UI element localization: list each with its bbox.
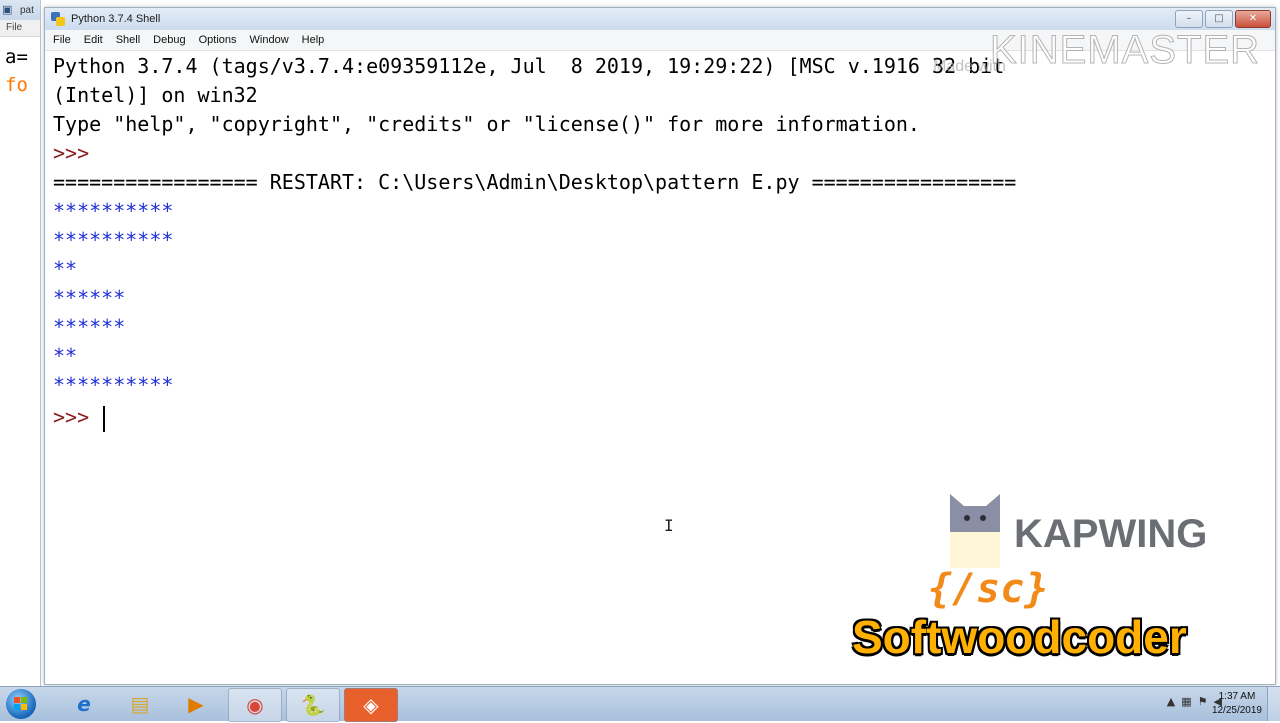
network-icon[interactable]: ▦: [1181, 695, 1197, 708]
kapwing-logo: KAPWING: [948, 494, 1228, 574]
python-icon[interactable]: 🐍: [286, 688, 340, 722]
kapwing-cat-icon: [950, 494, 1000, 568]
menu-edit[interactable]: Edit: [84, 34, 103, 46]
taskbar-clock[interactable]: 1:37 AM 12/25/2019: [1212, 690, 1262, 718]
python-shell-window[interactable]: Python 3.7.4 Shell – □ ✕ File Edit Shell…: [44, 7, 1276, 685]
clock-date: 12/25/2019: [1211, 705, 1262, 716]
minimize-button[interactable]: –: [1175, 10, 1203, 28]
background-window-title: pat: [20, 4, 34, 16]
menu-options[interactable]: Options: [199, 34, 237, 46]
shell-console[interactable]: Python 3.7.4 (tags/v3.7.4:e09359112e, Ju…: [53, 52, 1263, 672]
code-line: fo: [5, 74, 28, 96]
start-button[interactable]: [6, 689, 36, 719]
window-controls: – □ ✕: [1175, 10, 1271, 28]
code-line: a=: [5, 46, 28, 68]
python-file-icon: ▣: [2, 3, 13, 16]
kapwing-text: KAPWING: [1014, 512, 1208, 556]
text-cursor: [103, 405, 106, 432]
show-desktop-button[interactable]: [1267, 687, 1280, 721]
background-editor-code[interactable]: a= fo: [0, 37, 40, 99]
kinemaster-icon[interactable]: ◈: [344, 688, 398, 722]
background-window-titlebar[interactable]: ▣ pat: [0, 0, 40, 20]
channel-name: Softwoodcoder: [852, 611, 1187, 663]
menu-debug[interactable]: Debug: [153, 34, 185, 46]
banner-line: (Intel)] on win32: [53, 83, 258, 107]
kinemaster-watermark: KINEMASTER: [989, 28, 1261, 73]
output-line: ******: [53, 315, 126, 339]
shell-prompt-final: >>>: [53, 405, 102, 429]
taskbar: e ▤ ▶ ◉ 🐍 ◈ ▲▦⚑◀ 1:37 AM 12/25/2019: [0, 686, 1280, 722]
python-icon: [51, 12, 65, 26]
window-title: Python 3.7.4 Shell: [71, 13, 161, 25]
show-hidden-icons-icon[interactable]: ▲: [1167, 695, 1181, 708]
internet-explorer-icon[interactable]: e: [58, 688, 110, 720]
menu-file[interactable]: File: [53, 34, 71, 46]
menu-window[interactable]: Window: [250, 34, 289, 46]
clock-time: 1:37 AM: [1218, 691, 1256, 702]
file-explorer-icon[interactable]: ▤: [114, 688, 166, 720]
sc-logo: {/sc}: [928, 566, 1049, 612]
output-line: **: [53, 257, 78, 281]
windows-logo-icon: [14, 697, 27, 710]
restart-line: ================= RESTART: C:\Users\Admi…: [53, 170, 1017, 194]
output-line: **********: [53, 228, 174, 252]
chrome-icon[interactable]: ◉: [228, 688, 282, 722]
close-button[interactable]: ✕: [1235, 10, 1271, 28]
output-line: ******: [53, 286, 126, 310]
ibeam-cursor-icon: I: [664, 516, 674, 535]
menu-shell[interactable]: Shell: [116, 34, 140, 46]
background-window-menu-file[interactable]: File: [0, 20, 40, 37]
output-line: **********: [53, 373, 174, 397]
media-player-icon[interactable]: ▶: [170, 688, 222, 720]
input-line[interactable]: >>>: [53, 403, 1263, 432]
output-line: **: [53, 344, 78, 368]
shell-prompt: >>>: [53, 141, 90, 165]
menu-help[interactable]: Help: [302, 34, 325, 46]
maximize-button[interactable]: □: [1205, 10, 1233, 28]
background-editor-window[interactable]: ▣ pat File a= fo: [0, 0, 41, 686]
output-line: **********: [53, 199, 174, 223]
shell-titlebar[interactable]: Python 3.7.4 Shell – □ ✕: [45, 8, 1275, 30]
banner-line: Type "help", "copyright", "credits" or "…: [53, 112, 920, 136]
